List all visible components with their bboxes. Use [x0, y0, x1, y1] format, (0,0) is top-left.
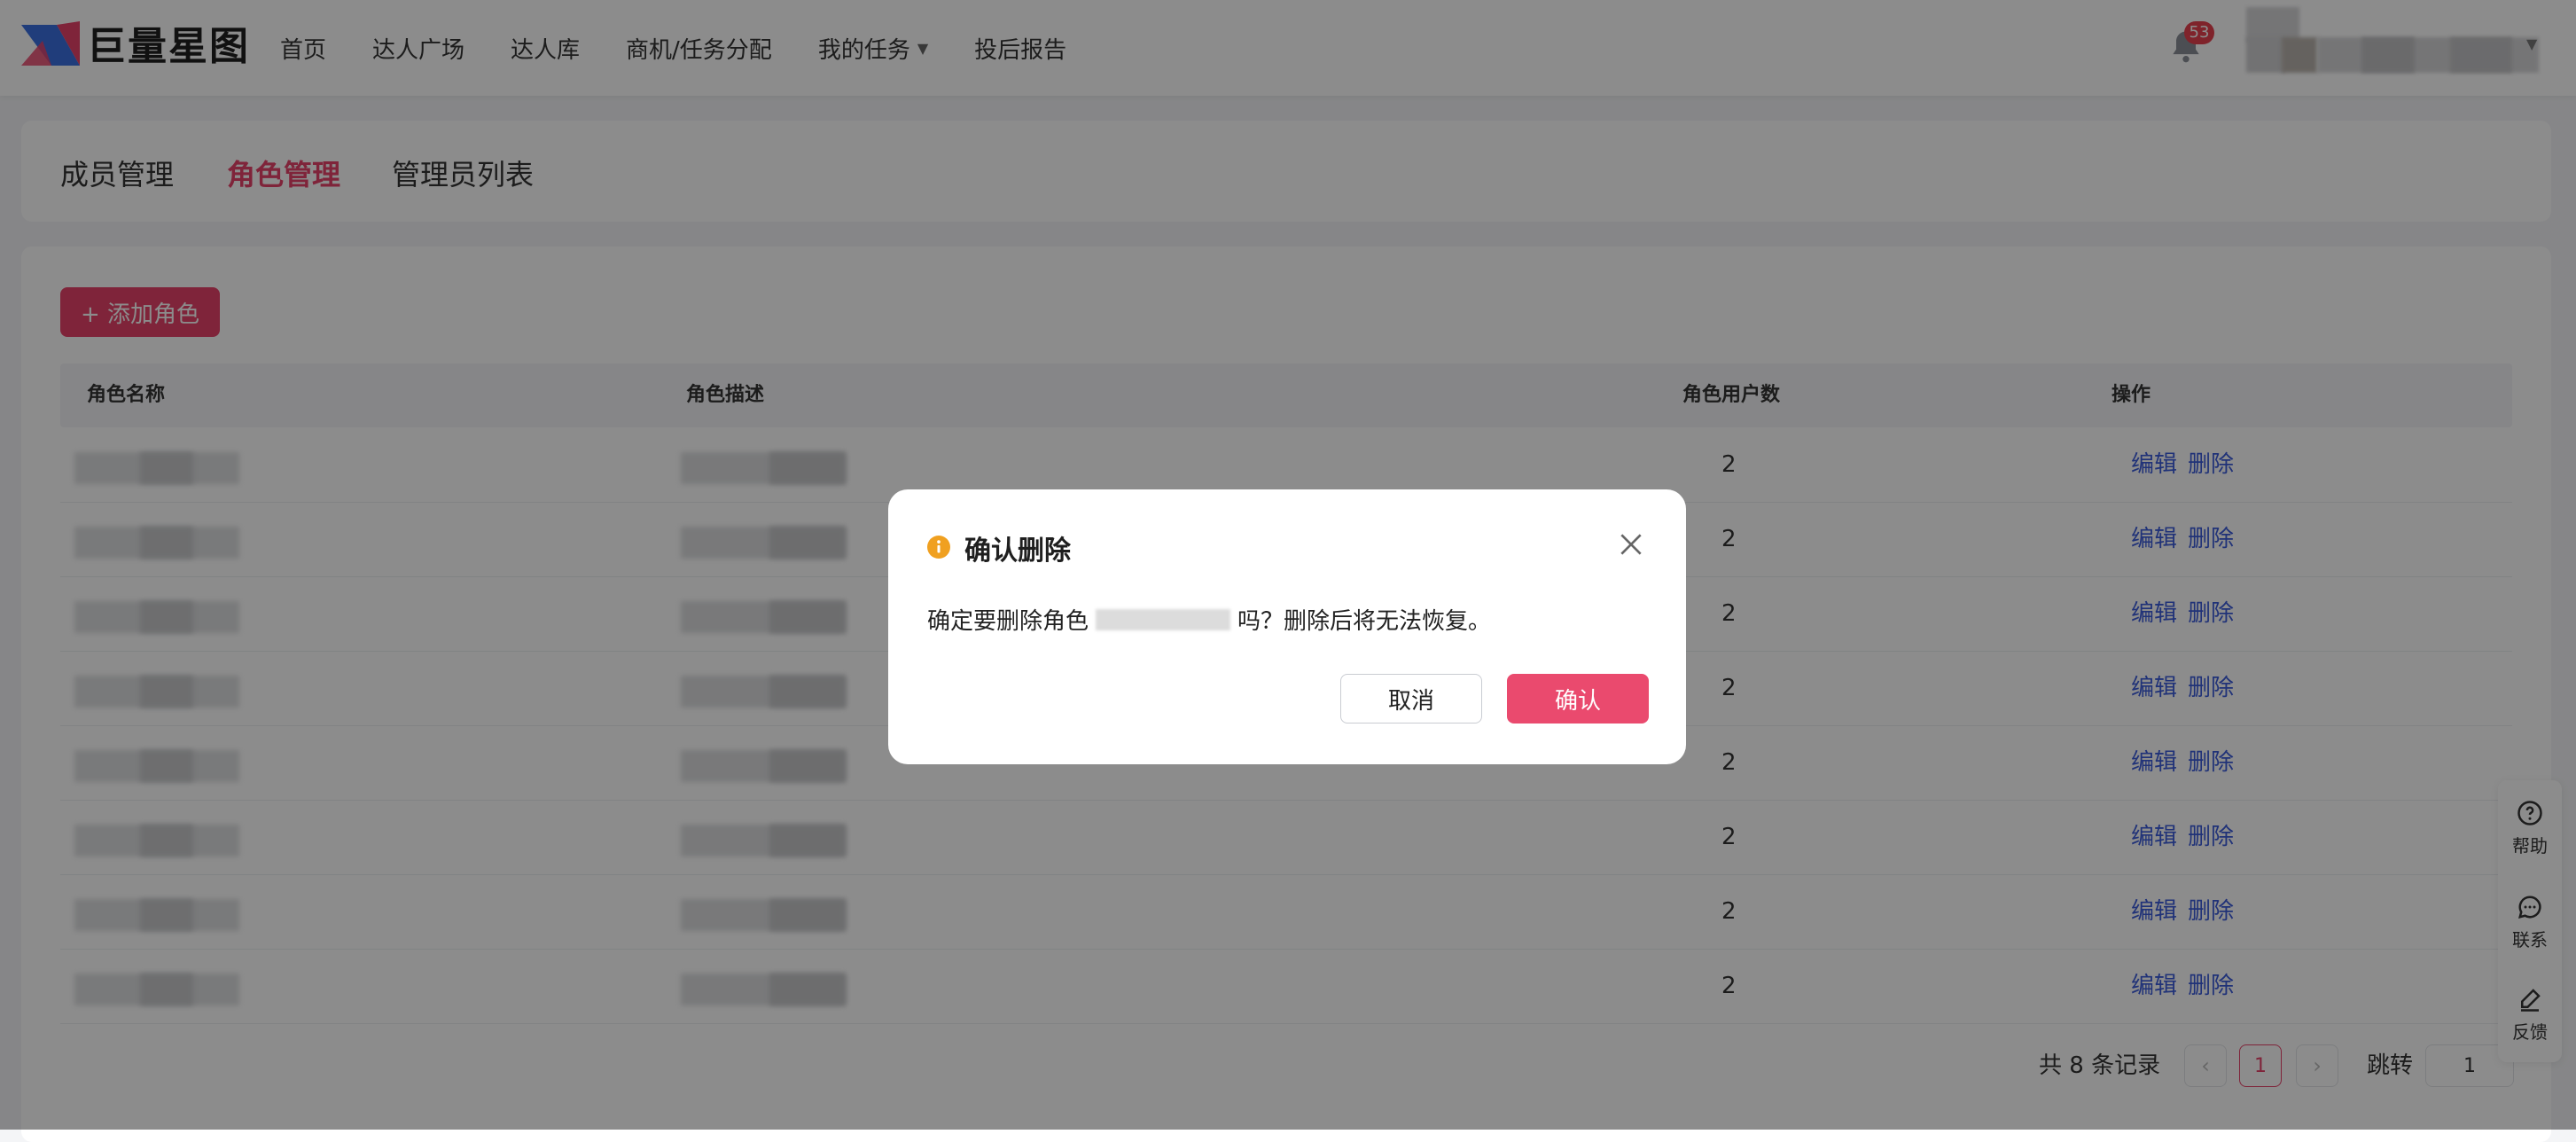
- redacted-role-name: [1096, 608, 1231, 630]
- warning-info-icon: [927, 536, 950, 559]
- confirm-button[interactable]: 确认: [1507, 674, 1649, 724]
- confirm-delete-dialog: 确认删除 确定要删除角色 吗？删除后将无法恢复。 取消 确认: [888, 489, 1686, 764]
- cancel-button[interactable]: 取消: [1340, 674, 1482, 724]
- dialog-message: 确定要删除角色 吗？删除后将无法恢复。: [927, 603, 1491, 636]
- dialog-message-prefix: 确定要删除角色: [927, 608, 1089, 635]
- dialog-title: 确认删除: [964, 536, 1071, 567]
- dialog-message-suffix: 吗？删除后将无法恢复。: [1237, 608, 1492, 635]
- close-icon[interactable]: [1617, 530, 1645, 559]
